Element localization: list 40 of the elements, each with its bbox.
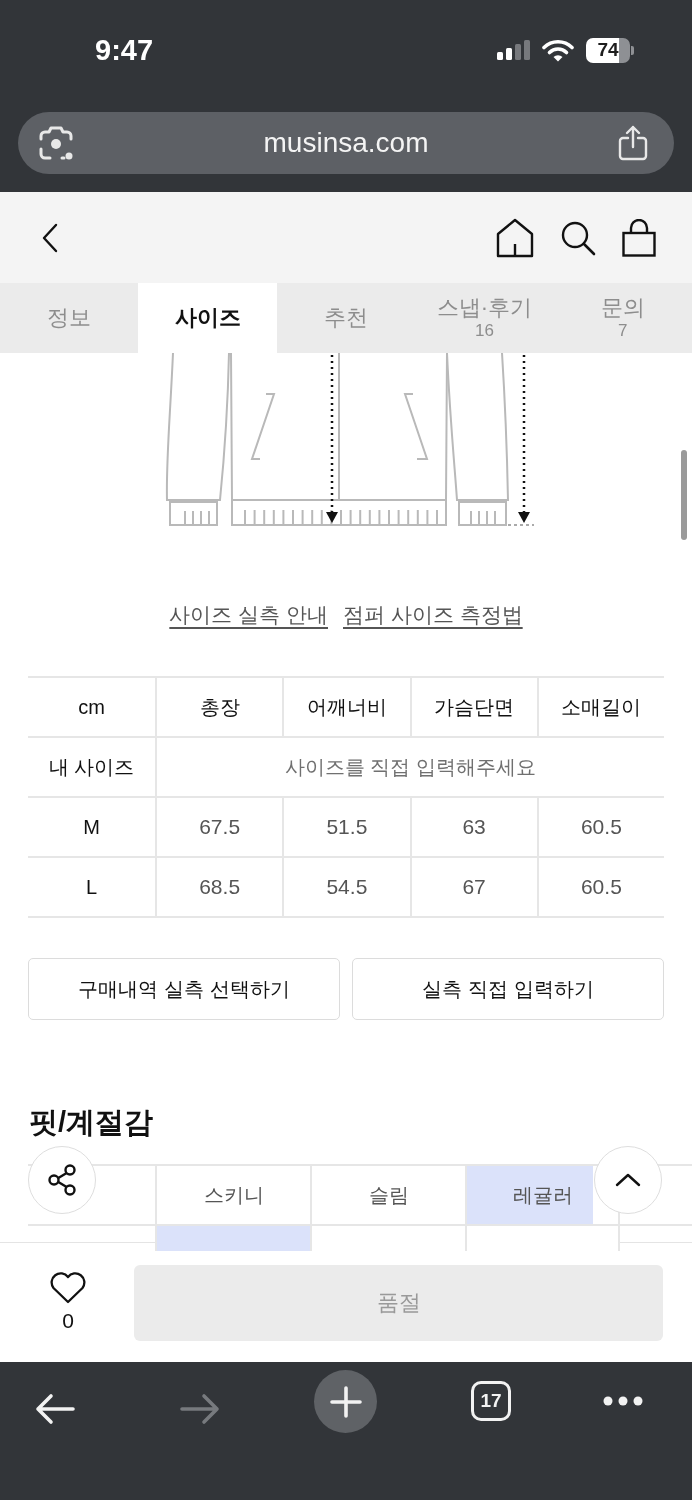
- size-guide-link[interactable]: 점퍼 사이즈 측정법: [343, 601, 523, 629]
- shopping-bag-icon[interactable]: [622, 218, 656, 257]
- table-cell: 68.5: [155, 856, 283, 916]
- back-icon[interactable]: [42, 222, 58, 253]
- fit-option-cell[interactable]: [155, 1226, 310, 1251]
- table-cell: 60.5: [536, 856, 664, 916]
- table-cell: 60.5: [536, 796, 664, 856]
- fit-option-cell[interactable]: [465, 1226, 620, 1251]
- my-size-input[interactable]: 사이즈를 직접 입력해주세요: [155, 736, 664, 796]
- table-cell: 51.5: [282, 796, 410, 856]
- back-arrow-icon[interactable]: [35, 1393, 75, 1425]
- tabs-button[interactable]: 17: [471, 1381, 511, 1421]
- table-row-label: M: [28, 796, 155, 856]
- more-icon[interactable]: [603, 1396, 643, 1406]
- camera-lens-icon[interactable]: [38, 125, 74, 161]
- tab[interactable]: 사이즈: [138, 283, 277, 353]
- like-button[interactable]: 0: [38, 1271, 98, 1332]
- chevron-up-icon[interactable]: [615, 1173, 641, 1187]
- search-icon[interactable]: [560, 219, 596, 256]
- signal-icon: [497, 40, 530, 60]
- table-row-label: L: [28, 856, 155, 916]
- home-icon[interactable]: [496, 217, 534, 258]
- size-action-button[interactable]: 실측 직접 입력하기: [352, 958, 664, 1020]
- share-icon[interactable]: [46, 1164, 78, 1196]
- address-bar[interactable]: musinsa.com: [18, 112, 674, 174]
- fit-option-cell[interactable]: [310, 1226, 465, 1251]
- section-heading: 핏/계절감: [29, 1105, 154, 1140]
- heart-icon[interactable]: [49, 1271, 87, 1304]
- table-cell: 54.5: [282, 856, 410, 916]
- table-cell: 63: [409, 796, 537, 856]
- table-header-cell: cm: [28, 676, 155, 736]
- fit-option-cell[interactable]: 레귤러: [465, 1166, 593, 1224]
- wifi-icon: [542, 38, 574, 62]
- plus-icon[interactable]: [329, 1385, 362, 1418]
- size-guide-link[interactable]: 사이즈 실측 안내: [169, 601, 328, 629]
- status-time: 9:47: [95, 33, 154, 67]
- url-text[interactable]: musinsa.com: [74, 127, 618, 159]
- size-action-button[interactable]: 구매내역 실측 선택하기: [28, 958, 340, 1020]
- table-cell: 67.5: [155, 796, 283, 856]
- table-cell: 67: [409, 856, 537, 916]
